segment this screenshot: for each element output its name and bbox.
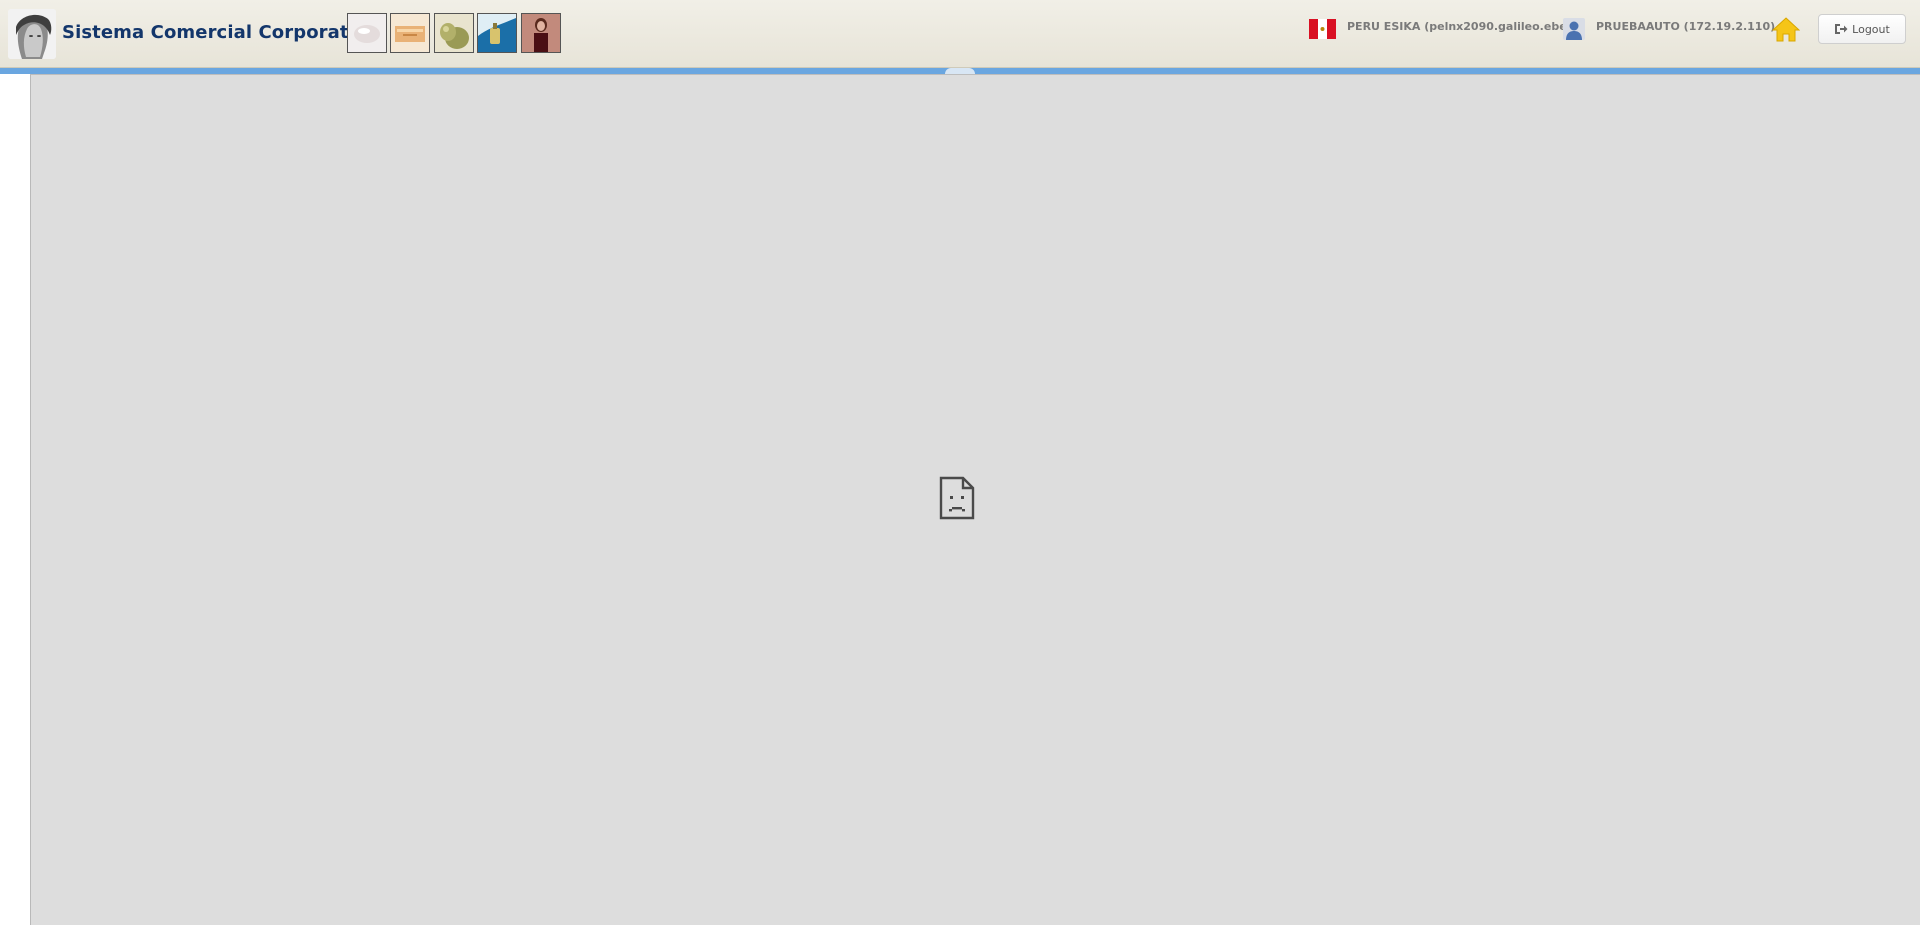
brand-logo (8, 9, 56, 59)
peru-flag-icon (1309, 19, 1336, 39)
content-frame (30, 74, 1920, 925)
top-header: Sistema Comercial Corporativo PERU ESIKA… (0, 0, 1920, 68)
home-icon[interactable] (1772, 16, 1800, 42)
fashion-model-thumbnail[interactable] (521, 13, 561, 53)
logout-button[interactable]: Logout (1818, 14, 1906, 44)
perfume-box-thumbnail[interactable] (390, 13, 430, 53)
country-server-label: PERU ESIKA (pelnx2090.galileo.ebel) (1347, 20, 1576, 33)
user-label: PRUEBAAUTO (172.19.2.110) (1596, 20, 1776, 33)
app-title: Sistema Comercial Corporativo (62, 22, 380, 43)
left-panel-collapsed (0, 74, 30, 925)
pear-product-thumbnail[interactable] (434, 13, 474, 53)
logout-label: Logout (1852, 22, 1890, 36)
user-avatar-icon (1563, 18, 1585, 40)
sad-page-icon (939, 476, 975, 520)
logout-icon (1835, 24, 1848, 34)
fragrance-bottle-thumbnail[interactable] (477, 13, 517, 53)
cream-product-thumbnail[interactable] (347, 13, 387, 53)
